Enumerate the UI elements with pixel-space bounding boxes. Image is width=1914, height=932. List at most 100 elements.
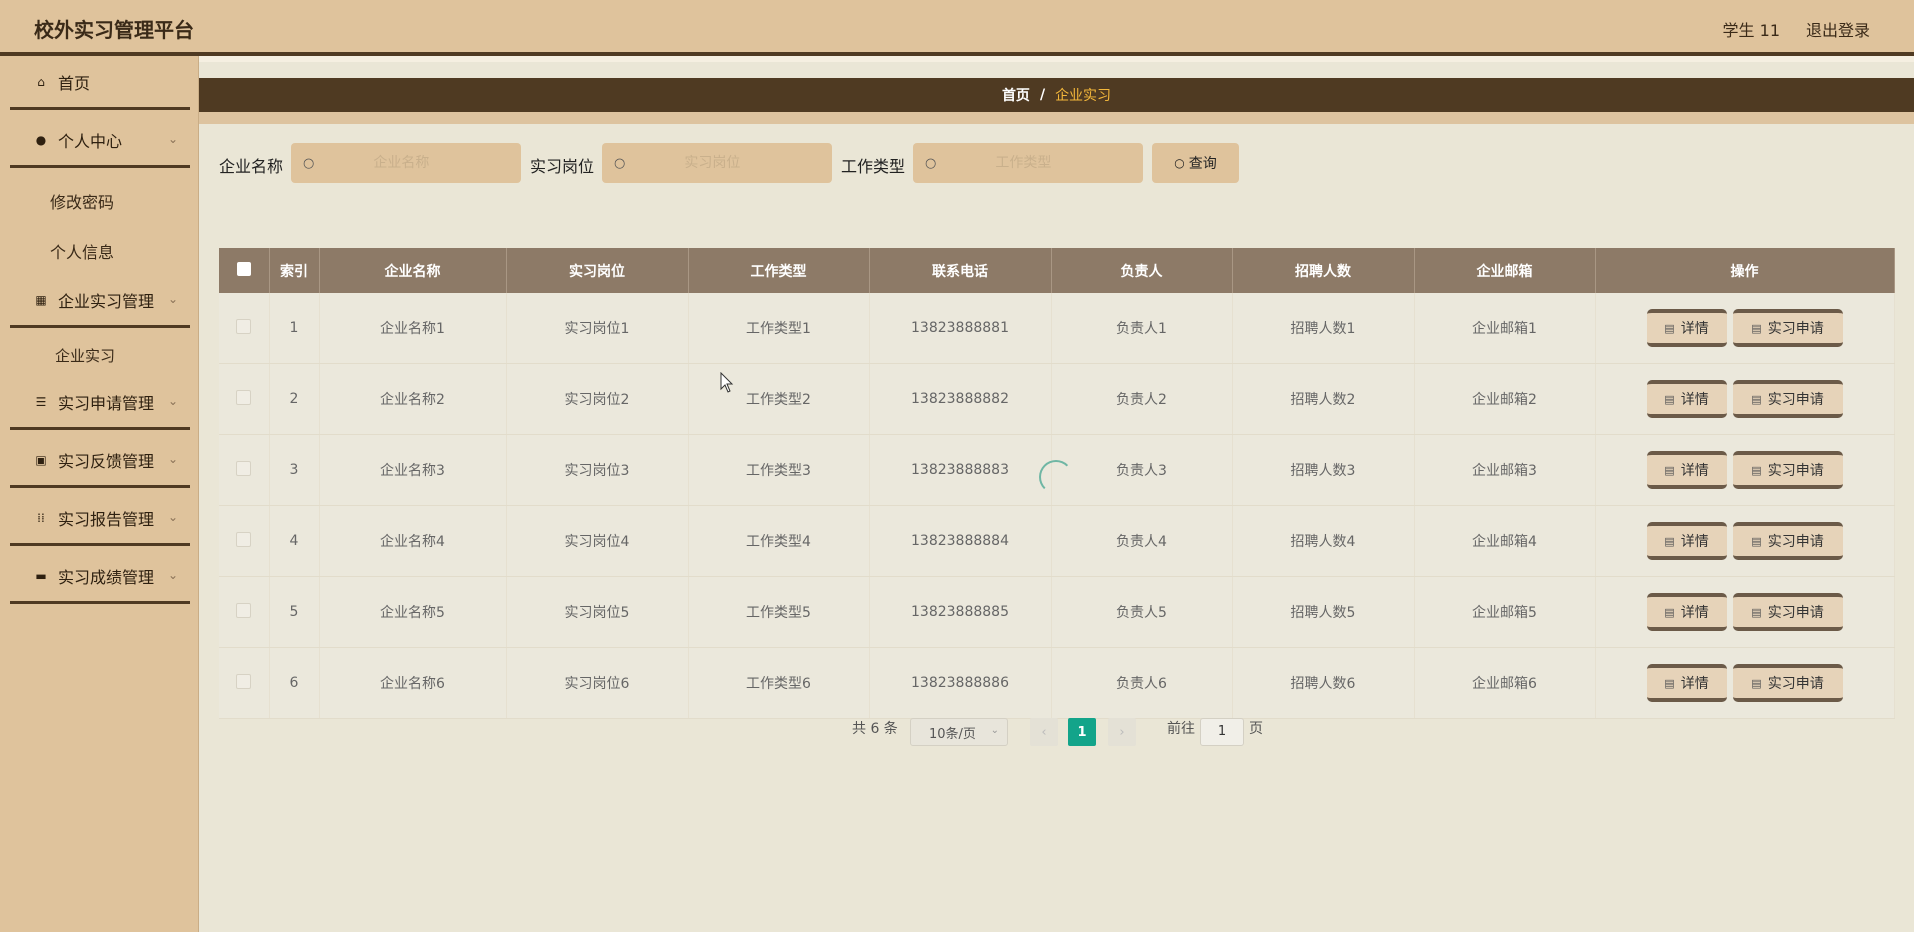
detail-button[interactable]: ▤ 详情 bbox=[1646, 522, 1727, 560]
table-cell-email: 企业邮箱4 bbox=[1414, 505, 1596, 577]
table-cell-index: 2 bbox=[269, 363, 320, 435]
next-page-button[interactable]: › bbox=[1108, 718, 1136, 746]
apps-icon: ⁞⁞ bbox=[37, 510, 45, 525]
apply-button[interactable]: ▤ 实习申请 bbox=[1732, 593, 1843, 631]
sidebar-item-label: 企业实习管理 bbox=[58, 291, 155, 311]
table-cell-phone: 13823888881 bbox=[869, 293, 1052, 364]
table-cell-company: 企业名称3 bbox=[319, 434, 507, 506]
logout-link[interactable]: 退出登录 bbox=[1806, 17, 1870, 41]
sidebar-item-report-mgmt[interactable]: ⁞⁞ 实习报告管理 ⌄ bbox=[10, 492, 190, 546]
goto-page-input[interactable]: 1 bbox=[1200, 718, 1244, 746]
table-cell-count: 招聘人数3 bbox=[1232, 434, 1415, 506]
row-checkbox[interactable] bbox=[236, 389, 252, 405]
detail-button-label: 详情 bbox=[1680, 392, 1709, 408]
position-search-input[interactable] bbox=[625, 154, 800, 172]
loading-spinner-icon bbox=[1039, 460, 1073, 494]
table-cell-index: 4 bbox=[269, 505, 320, 577]
table-cell-phone: 13823888886 bbox=[869, 647, 1052, 719]
document-icon: ▤ bbox=[1664, 392, 1675, 406]
clipboard-icon: ▣ bbox=[35, 452, 47, 467]
column-header: 企业名称 bbox=[319, 248, 507, 293]
table-cell-email: 企业邮箱1 bbox=[1414, 293, 1596, 364]
row-checkbox[interactable] bbox=[236, 602, 252, 618]
apply-button[interactable]: ▤ 实习申请 bbox=[1732, 522, 1843, 560]
table-cell-count: 招聘人数6 bbox=[1232, 647, 1415, 719]
row-checkbox[interactable] bbox=[236, 318, 252, 334]
chevron-down-icon: ⌄ bbox=[167, 452, 178, 466]
query-button-label: 查询 bbox=[1188, 156, 1217, 172]
search-icon: ○ bbox=[303, 155, 315, 171]
document-icon: ▤ bbox=[1751, 534, 1762, 548]
select-all-checkbox[interactable] bbox=[236, 261, 251, 276]
actions-cell: ▤ 详情 ▤ 实习申请 bbox=[1595, 434, 1895, 506]
sidebar-item-personal[interactable]: ● 个人中心 ⌄ bbox=[10, 114, 190, 168]
list-icon: ☰ bbox=[35, 394, 47, 409]
table-cell-position: 实习岗位3 bbox=[506, 434, 689, 506]
actions-cell: ▤ 详情 ▤ 实习申请 bbox=[1595, 363, 1895, 435]
apply-button-label: 实习申请 bbox=[1767, 321, 1824, 337]
table-cell-position: 实习岗位5 bbox=[506, 576, 689, 648]
table-cell-count: 招聘人数4 bbox=[1232, 505, 1415, 577]
prev-page-button[interactable]: ‹ bbox=[1030, 718, 1058, 746]
sidebar-item-apply-mgmt[interactable]: ☰ 实习申请管理 ⌄ bbox=[10, 376, 190, 430]
table-cell-manager: 负责人1 bbox=[1051, 293, 1233, 364]
detail-button[interactable]: ▤ 详情 bbox=[1646, 664, 1727, 702]
row-checkbox[interactable] bbox=[236, 673, 252, 689]
sidebar-item-home[interactable]: ⌂ 首页 bbox=[10, 56, 190, 110]
sidebar-subitem-personal-info[interactable]: 个人信息 bbox=[50, 239, 114, 263]
search-icon: ○ bbox=[614, 155, 626, 171]
column-header: 实习岗位 bbox=[506, 248, 689, 293]
table-cell-manager: 负责人2 bbox=[1051, 363, 1233, 435]
apply-button[interactable]: ▤ 实习申请 bbox=[1732, 380, 1843, 418]
chevron-down-icon: ⌄ bbox=[167, 292, 178, 306]
actions-cell: ▤ 详情 ▤ 实习申请 bbox=[1595, 293, 1895, 364]
actions-cell: ▤ 详情 ▤ 实习申请 bbox=[1595, 647, 1895, 719]
table-cell-position: 实习岗位1 bbox=[506, 293, 689, 364]
mouse-cursor-icon bbox=[720, 372, 734, 393]
user-icon: ● bbox=[35, 132, 47, 147]
type-search-input[interactable] bbox=[936, 154, 1111, 172]
apply-button[interactable]: ▤ 实习申请 bbox=[1732, 664, 1843, 702]
document-icon: ▤ bbox=[1664, 463, 1675, 477]
company-label: 企业名称 bbox=[219, 157, 284, 176]
sidebar-item-label: 实习反馈管理 bbox=[58, 451, 155, 471]
table-cell-email: 企业邮箱5 bbox=[1414, 576, 1596, 648]
apply-button-label: 实习申请 bbox=[1767, 605, 1824, 621]
sidebar-subitem-enterprise-internship[interactable]: 企业实习 bbox=[55, 345, 115, 366]
row-select-cell bbox=[219, 505, 270, 577]
table-row: 4 企业名称4 实习岗位4 工作类型4 13823888884 负责人4 招聘人数4 企业邮箱… bbox=[219, 505, 1895, 577]
table-cell-manager: 负责人4 bbox=[1051, 505, 1233, 577]
detail-button[interactable]: ▤ 详情 bbox=[1646, 593, 1727, 631]
search-icon: ○ bbox=[1174, 156, 1185, 170]
table-row: 2 企业名称2 实习岗位2 工作类型2 13823888882 负责人2 招聘人数2 企业邮箱… bbox=[219, 363, 1895, 435]
apply-button[interactable]: ▤ 实习申请 bbox=[1732, 309, 1843, 347]
table-cell-manager: 负责人3 bbox=[1051, 434, 1233, 506]
apply-button[interactable]: ▤ 实习申请 bbox=[1732, 451, 1843, 489]
detail-button[interactable]: ▤ 详情 bbox=[1646, 451, 1727, 489]
chevron-down-icon: ⌄ bbox=[167, 394, 178, 408]
table-row: 6 企业名称6 实习岗位6 工作类型6 13823888886 负责人6 招聘人数6 企业邮箱… bbox=[219, 647, 1895, 719]
document-icon: ▤ bbox=[1664, 534, 1675, 548]
table-cell-type: 工作类型4 bbox=[688, 505, 870, 577]
company-search-field: ○ bbox=[291, 143, 521, 183]
table-cell-company: 企业名称1 bbox=[319, 293, 507, 364]
detail-button[interactable]: ▤ 详情 bbox=[1646, 380, 1727, 418]
breadcrumb-home[interactable]: 首页 bbox=[1002, 85, 1030, 105]
query-button[interactable]: ○ 查询 bbox=[1152, 143, 1239, 183]
row-checkbox[interactable] bbox=[236, 460, 252, 476]
table-cell-email: 企业邮箱3 bbox=[1414, 434, 1596, 506]
company-search-input[interactable] bbox=[314, 154, 489, 172]
document-icon: ▤ bbox=[1664, 605, 1675, 619]
page-size-select[interactable]: 10条/页 ⌄ bbox=[910, 718, 1008, 746]
sidebar-item-enterprise-mgmt[interactable]: ▦ 企业实习管理 ⌄ bbox=[10, 274, 190, 328]
page-number-button[interactable]: 1 bbox=[1068, 718, 1096, 746]
sidebar-item-score-mgmt[interactable]: ▬ 实习成绩管理 ⌄ bbox=[10, 550, 190, 604]
detail-button-label: 详情 bbox=[1680, 463, 1709, 479]
row-checkbox[interactable] bbox=[236, 531, 252, 547]
sidebar-subitem-change-password[interactable]: 修改密码 bbox=[50, 189, 114, 213]
sidebar-item-label: 个人中心 bbox=[58, 131, 123, 151]
sidebar-item-feedback-mgmt[interactable]: ▣ 实习反馈管理 ⌄ bbox=[10, 434, 190, 488]
detail-button[interactable]: ▤ 详情 bbox=[1646, 309, 1727, 347]
document-icon: ▤ bbox=[1664, 321, 1675, 335]
column-header: 工作类型 bbox=[688, 248, 870, 293]
